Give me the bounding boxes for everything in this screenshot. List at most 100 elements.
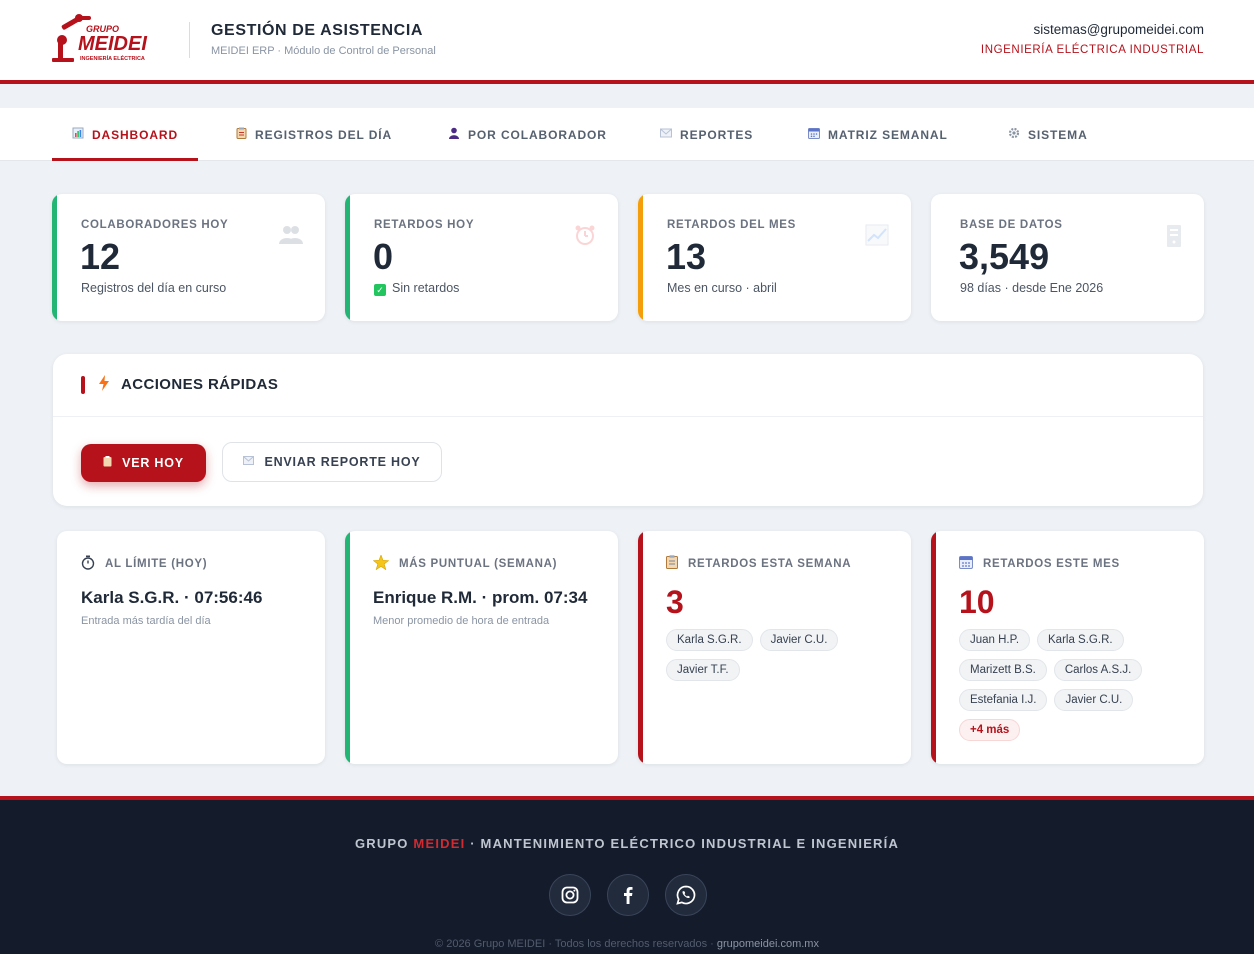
mail-icon xyxy=(243,456,255,468)
quick-actions-title: ACCIONES RÁPIDAS xyxy=(121,376,279,393)
footer-brand-name: MEIDEI xyxy=(413,836,466,851)
stat-subtext: Registros del día en curso xyxy=(81,281,227,295)
trend-chart-icon xyxy=(865,224,889,252)
lightning-icon xyxy=(99,375,109,395)
employee-chip[interactable]: Javier C.U. xyxy=(1054,689,1134,711)
whatsapp-icon[interactable] xyxy=(665,874,707,916)
app-subtitle: MEIDEI ERP · Módulo de Control de Person… xyxy=(211,45,436,57)
employee-chip[interactable]: Marizett B.S. xyxy=(959,659,1047,681)
most-punctual-name: Enrique R.M. · prom. 07:34 xyxy=(373,588,588,607)
stat-value: 12 xyxy=(80,236,121,277)
footer-brand-prefix: GRUPO xyxy=(354,836,414,851)
stat-label: RETARDOS DEL MES xyxy=(667,219,796,231)
clipboard-icon xyxy=(666,555,678,572)
stat-value: 13 xyxy=(666,236,707,277)
more-employees-chip[interactable]: +4 más xyxy=(959,719,1021,741)
card-header: RETARDOS ESTA SEMANA xyxy=(666,555,851,572)
stat-subtext: ✓ Sin retardos xyxy=(374,281,459,296)
footer-tagline: GRUPO MEIDEI · MANTENIMIENTO ELÉCTRICO I… xyxy=(0,836,1254,851)
stat-card-base-de-datos: BASE DE DATOS 3,549 98 días · desde Ene … xyxy=(931,194,1204,321)
employee-chip[interactable]: Javier T.F. xyxy=(666,659,740,681)
tab-dashboard[interactable]: DASHBOARD xyxy=(52,108,198,161)
button-label: VER HOY xyxy=(122,456,184,470)
app-header: GRUPO MEIDEI INGENIERÍA ELÉCTRICA GESTIÓ… xyxy=(0,0,1254,84)
mail-icon xyxy=(660,128,672,141)
card-header: AL LÍMITE (HOY) xyxy=(81,555,207,573)
tab-label: MATRIZ SEMANAL xyxy=(828,127,948,142)
header-divider xyxy=(189,22,190,58)
app-footer: GRUPO MEIDEI · MANTENIMIENTO ELÉCTRICO I… xyxy=(0,796,1254,954)
employee-chip[interactable]: Karla S.G.R. xyxy=(666,629,753,651)
stat-label: RETARDOS HOY xyxy=(374,219,475,231)
alarm-clock-icon xyxy=(574,224,596,252)
stat-subtext: 98 días · desde Ene 2026 xyxy=(960,281,1104,295)
card-description: Entrada más tardía del día xyxy=(81,615,211,627)
tab-por-colaborador[interactable]: POR COLABORADOR xyxy=(448,108,607,161)
card-accent-bar xyxy=(638,194,643,321)
tab-label: REPORTES xyxy=(680,127,754,142)
tab-registros-del-dia[interactable]: REGISTROS DEL DÍA xyxy=(236,108,392,161)
user-email: sistemas@grupomeidei.com xyxy=(1033,22,1204,37)
monthly-late-count: 10 xyxy=(959,584,995,620)
stat-label: COLABORADORES HOY xyxy=(81,219,229,231)
card-title: AL LÍMITE (HOY) xyxy=(105,558,208,570)
card-al-limite: AL LÍMITE (HOY) Karla S.G.R. · 07:56:46 … xyxy=(57,531,325,764)
clipboard-icon xyxy=(236,127,247,142)
footer-brand-suffix: · MANTENIMIENTO ELÉCTRICO INDUSTRIAL E I… xyxy=(465,836,900,851)
website-link[interactable]: grupomeidei.com.mx xyxy=(717,938,819,950)
card-accent-bar xyxy=(345,531,350,764)
button-label: ENVIAR REPORTE HOY xyxy=(264,455,421,469)
check-icon: ✓ xyxy=(374,284,386,296)
card-title: RETARDOS ESTE MES xyxy=(983,557,1120,570)
tab-sistema[interactable]: SISTEMA xyxy=(1008,108,1088,161)
company-name: INGENIERÍA ELÉCTRICA INDUSTRIAL xyxy=(980,44,1204,56)
employee-chip[interactable]: Estefania I.J. xyxy=(959,689,1048,711)
employee-chip[interactable]: Carlos A.S.J. xyxy=(1053,659,1143,681)
tab-matriz-semanal[interactable]: MATRIZ SEMANAL xyxy=(808,108,948,161)
tab-reportes[interactable]: REPORTES xyxy=(660,108,753,161)
enviar-reporte-button[interactable]: ENVIAR REPORTE HOY xyxy=(222,442,442,482)
meidei-logo[interactable]: GRUPO MEIDEI INGENIERÍA ELÉCTRICA xyxy=(52,12,172,64)
card-accent-bar xyxy=(931,531,936,764)
stat-subtext-label: Sin retardos xyxy=(392,281,460,295)
tab-label: DASHBOARD xyxy=(91,127,179,142)
stat-value: 3,549 xyxy=(959,236,1050,277)
employee-chip[interactable]: Juan H.P. xyxy=(959,629,1031,651)
calendar-icon xyxy=(808,127,820,142)
quick-actions-panel: ACCIONES RÁPIDAS VER HOY ENVIAR REPORTE … xyxy=(53,354,1203,506)
main-nav: DASHBOARD REGISTROS DEL DÍA POR COLABORA… xyxy=(0,108,1254,161)
card-title: RETARDOS ESTA SEMANA xyxy=(688,557,852,570)
quick-actions-header: ACCIONES RÁPIDAS xyxy=(53,354,1203,417)
employee-chip[interactable]: Javier C.U. xyxy=(759,629,839,651)
stat-card-colaboradores-hoy: COLABORADORES HOY 12 Registros del día e… xyxy=(52,194,325,321)
tab-label: REGISTROS DEL DÍA xyxy=(255,127,393,142)
card-accent-bar xyxy=(345,194,350,321)
stat-subtext: Mes en curso · abril xyxy=(667,281,777,295)
stat-value: 0 xyxy=(373,236,394,277)
chart-icon xyxy=(72,127,84,142)
people-icon xyxy=(279,224,303,250)
svg-text:INGENIERÍA ELÉCTRICA: INGENIERÍA ELÉCTRICA xyxy=(80,54,145,62)
social-links xyxy=(549,874,707,916)
database-icon xyxy=(1166,224,1182,254)
stopwatch-icon xyxy=(81,555,95,573)
card-title: MÁS PUNTUAL (SEMANA) xyxy=(399,558,558,570)
stat-card-retardos-del-mes: RETARDOS DEL MES 13 Mes en curso · abril xyxy=(638,194,911,321)
tab-label: SISTEMA xyxy=(1028,127,1088,142)
tab-label: POR COLABORADOR xyxy=(468,127,607,142)
copyright: © 2026 Grupo MEIDEI · Todos los derechos… xyxy=(0,938,1254,950)
employee-chip[interactable]: Karla S.G.R. xyxy=(1037,629,1124,651)
clipboard-icon xyxy=(103,456,112,470)
card-description: Menor promedio de hora de entrada xyxy=(373,615,550,627)
facebook-icon[interactable] xyxy=(607,874,649,916)
card-header: MÁS PUNTUAL (SEMANA) xyxy=(372,554,558,573)
copyright-text: © 2026 Grupo MEIDEI · Todos los derechos… xyxy=(435,938,717,950)
monthly-late-list: Juan H.P. Karla S.G.R. Marizett B.S. Car… xyxy=(959,629,1189,741)
instagram-icon[interactable] xyxy=(549,874,591,916)
card-retardos-semana: RETARDOS ESTA SEMANA 3 Karla S.G.R. Javi… xyxy=(638,531,911,764)
ver-hoy-button[interactable]: VER HOY xyxy=(81,444,206,482)
card-accent-bar xyxy=(52,194,57,321)
section-accent-bar xyxy=(81,376,85,394)
calendar-icon xyxy=(959,555,973,572)
latest-entry-name: Karla S.G.R. · 07:56:46 xyxy=(81,588,263,607)
